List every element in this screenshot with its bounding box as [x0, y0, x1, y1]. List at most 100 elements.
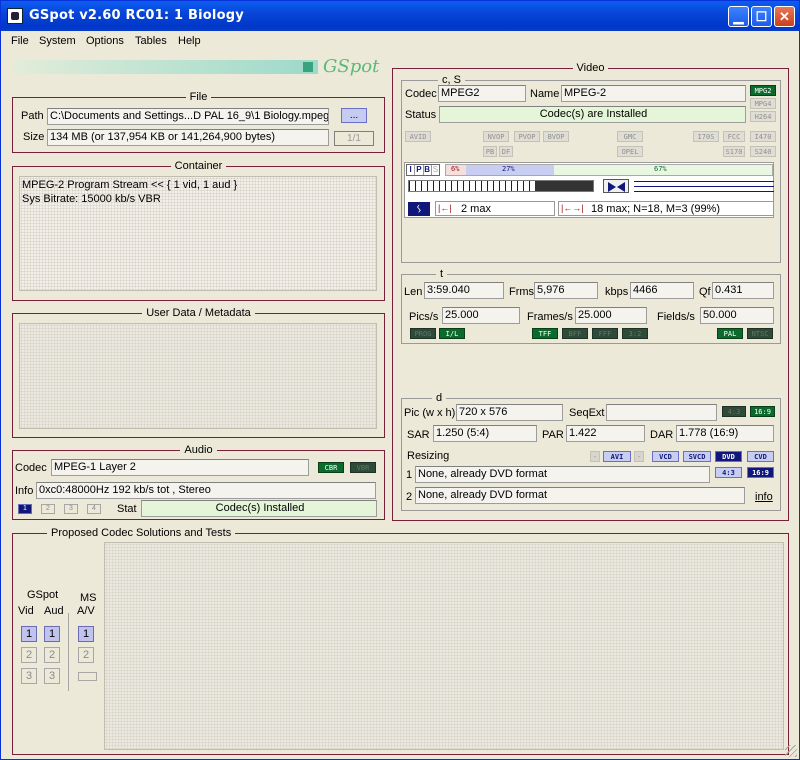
dar-field: 1.778 (16:9) [676, 425, 774, 442]
audio-vbr-chip: VBR [350, 462, 376, 473]
maximize-button[interactable]: ☐ [751, 6, 772, 27]
video-name-label: Name [530, 88, 560, 100]
kbps-field: 4466 [630, 282, 694, 299]
interlaced-chip: I/L [439, 328, 465, 339]
audio-tab-3[interactable]: 3 [64, 504, 78, 514]
audio-tab-4[interactable]: 4 [87, 504, 101, 514]
menu-bar: File System Options Tables Help [1, 31, 799, 51]
aud-test-3[interactable]: 3 [44, 668, 60, 684]
kbps-label: kbps [605, 286, 629, 298]
aud-test-2[interactable]: 2 [44, 647, 60, 663]
size-field: 134 MB (or 137,954 KB or 141,264,900 byt… [47, 129, 329, 146]
av-label: A/V [77, 605, 95, 617]
gop-line-2 [634, 186, 774, 187]
mpg4-chip: MPG4 [750, 98, 776, 109]
resizing-label: Resizing [407, 450, 450, 462]
par-label: PAR [542, 429, 564, 441]
dar-label: DAR [650, 429, 674, 441]
avid-chip: AVID [405, 131, 431, 142]
ms-test-2[interactable]: 2 [78, 647, 94, 663]
avi-chip[interactable]: AVI [603, 451, 631, 462]
cvd-chip[interactable]: CVD [747, 451, 774, 462]
ms-test-blank[interactable] [78, 672, 97, 681]
menu-tables[interactable]: Tables [135, 35, 167, 47]
menu-options[interactable]: Options [86, 35, 124, 47]
path-field[interactable]: C:\Documents and Settings...D PAL 16_9\1… [47, 108, 329, 125]
audio-cbr-chip: CBR [318, 462, 344, 473]
maximize-icon: ☐ [755, 9, 768, 24]
aspect-169-chip: 16:9 [750, 406, 775, 417]
tff-chip: TFF [532, 328, 558, 339]
video-status-label: Status [405, 109, 437, 121]
gspot-logo: GSpot [323, 56, 380, 77]
minimize-button[interactable]: ▁ [728, 6, 749, 27]
vid-test-1[interactable]: 1 [21, 626, 37, 642]
resize-aspect-169[interactable]: 16:9 [747, 467, 774, 478]
menu-help[interactable]: Help [178, 35, 201, 47]
vcd-chip[interactable]: VCD [652, 451, 679, 462]
menu-file[interactable]: File [11, 35, 29, 47]
aud-test-1[interactable]: 1 [44, 626, 60, 642]
menu-system[interactable]: System [39, 35, 76, 47]
pct-b-label: 67% [654, 165, 667, 173]
pb-chip: PB [483, 146, 497, 157]
gop-box: |←→| 18 max; N=18, M=3 (99%) [558, 201, 774, 216]
resize-row2-field: None, already DVD format [415, 487, 745, 504]
audio-info-label: Info [15, 485, 34, 497]
audio-stat-label: Stat [117, 503, 137, 515]
vid-label: Vid [18, 605, 34, 617]
page-button[interactable]: 1/1 [334, 131, 374, 146]
resize-aspect-43[interactable]: 4:3 [715, 467, 742, 478]
window-title: GSpot v2.60 RC01: 1 Biology [29, 8, 244, 23]
dvd-chip[interactable]: DVD [715, 451, 742, 462]
gmc-chip: GMC [617, 131, 643, 142]
container-line2: Sys Bitrate: 15000 kb/s VBR [22, 193, 161, 205]
title-bar[interactable]: GSpot v2.60 RC01: 1 Biology ▁ ☐ ✕ [1, 1, 799, 31]
ms-test-1[interactable]: 1 [78, 626, 94, 642]
aspect-43-chip: 4:3 [722, 406, 746, 417]
close-button[interactable]: ✕ [774, 6, 795, 27]
pics-field: 25.000 [442, 307, 520, 324]
qf-label: Qf [699, 286, 711, 298]
seqext-field [606, 404, 717, 421]
audio-tab-1[interactable]: 1 [18, 504, 32, 514]
svcd-chip[interactable]: SVCD [683, 451, 711, 462]
vid-test-3[interactable]: 3 [21, 668, 37, 684]
frame-type-i: I [409, 165, 412, 174]
video-status-field: Codec(s) are Installed [439, 106, 746, 123]
frame-pct-bar: 6% 27% 67% [445, 164, 773, 176]
fff-chip: FFF [592, 328, 618, 339]
audio-legend: Audio [180, 444, 217, 456]
resize-inc-button[interactable]: - [634, 451, 644, 462]
frame-type-labels: I P B S [406, 164, 440, 176]
info-link[interactable]: info [755, 491, 773, 503]
logo-strip [13, 60, 318, 74]
frms-field: 5,976 [534, 282, 598, 299]
fields-field: 50.000 [700, 307, 774, 324]
bp-markers: |←| [438, 203, 452, 213]
path-label: Path [21, 110, 44, 122]
userdata-legend: User Data / Metadata [142, 307, 255, 319]
pic-label: Pic (w x h) [404, 407, 456, 419]
resize-grip-icon[interactable] [785, 745, 797, 757]
nvop-chip: NVOP [483, 131, 509, 142]
vid-test-2[interactable]: 2 [21, 647, 37, 663]
resize-dec-button[interactable]: - [590, 451, 600, 462]
pulldown-chip: 3:2 [622, 328, 648, 339]
app-icon [7, 8, 23, 24]
s170-chip: S170 [723, 146, 745, 157]
browse-button[interactable]: ... [341, 108, 367, 123]
sar-label: SAR [407, 429, 430, 441]
audio-stat-field: Codec(s) Installed [141, 500, 377, 517]
h264-chip: H264 [750, 111, 776, 122]
len-label: Len [404, 286, 423, 298]
pic-field: 720 x 576 [456, 404, 563, 421]
gop-arrow-icon [603, 179, 629, 193]
gop-strip [408, 180, 594, 192]
len-field: 3:59.040 [424, 282, 504, 299]
prog-chip: PROG [410, 328, 436, 339]
container-line1: MPEG-2 Program Stream << { 1 vid, 1 aud … [22, 179, 238, 191]
audio-info-field: 0xc0:48000Hz 192 kb/s tot , Stereo [36, 482, 376, 499]
audio-tab-2[interactable]: 2 [41, 504, 55, 514]
gop-line-3 [634, 191, 774, 192]
